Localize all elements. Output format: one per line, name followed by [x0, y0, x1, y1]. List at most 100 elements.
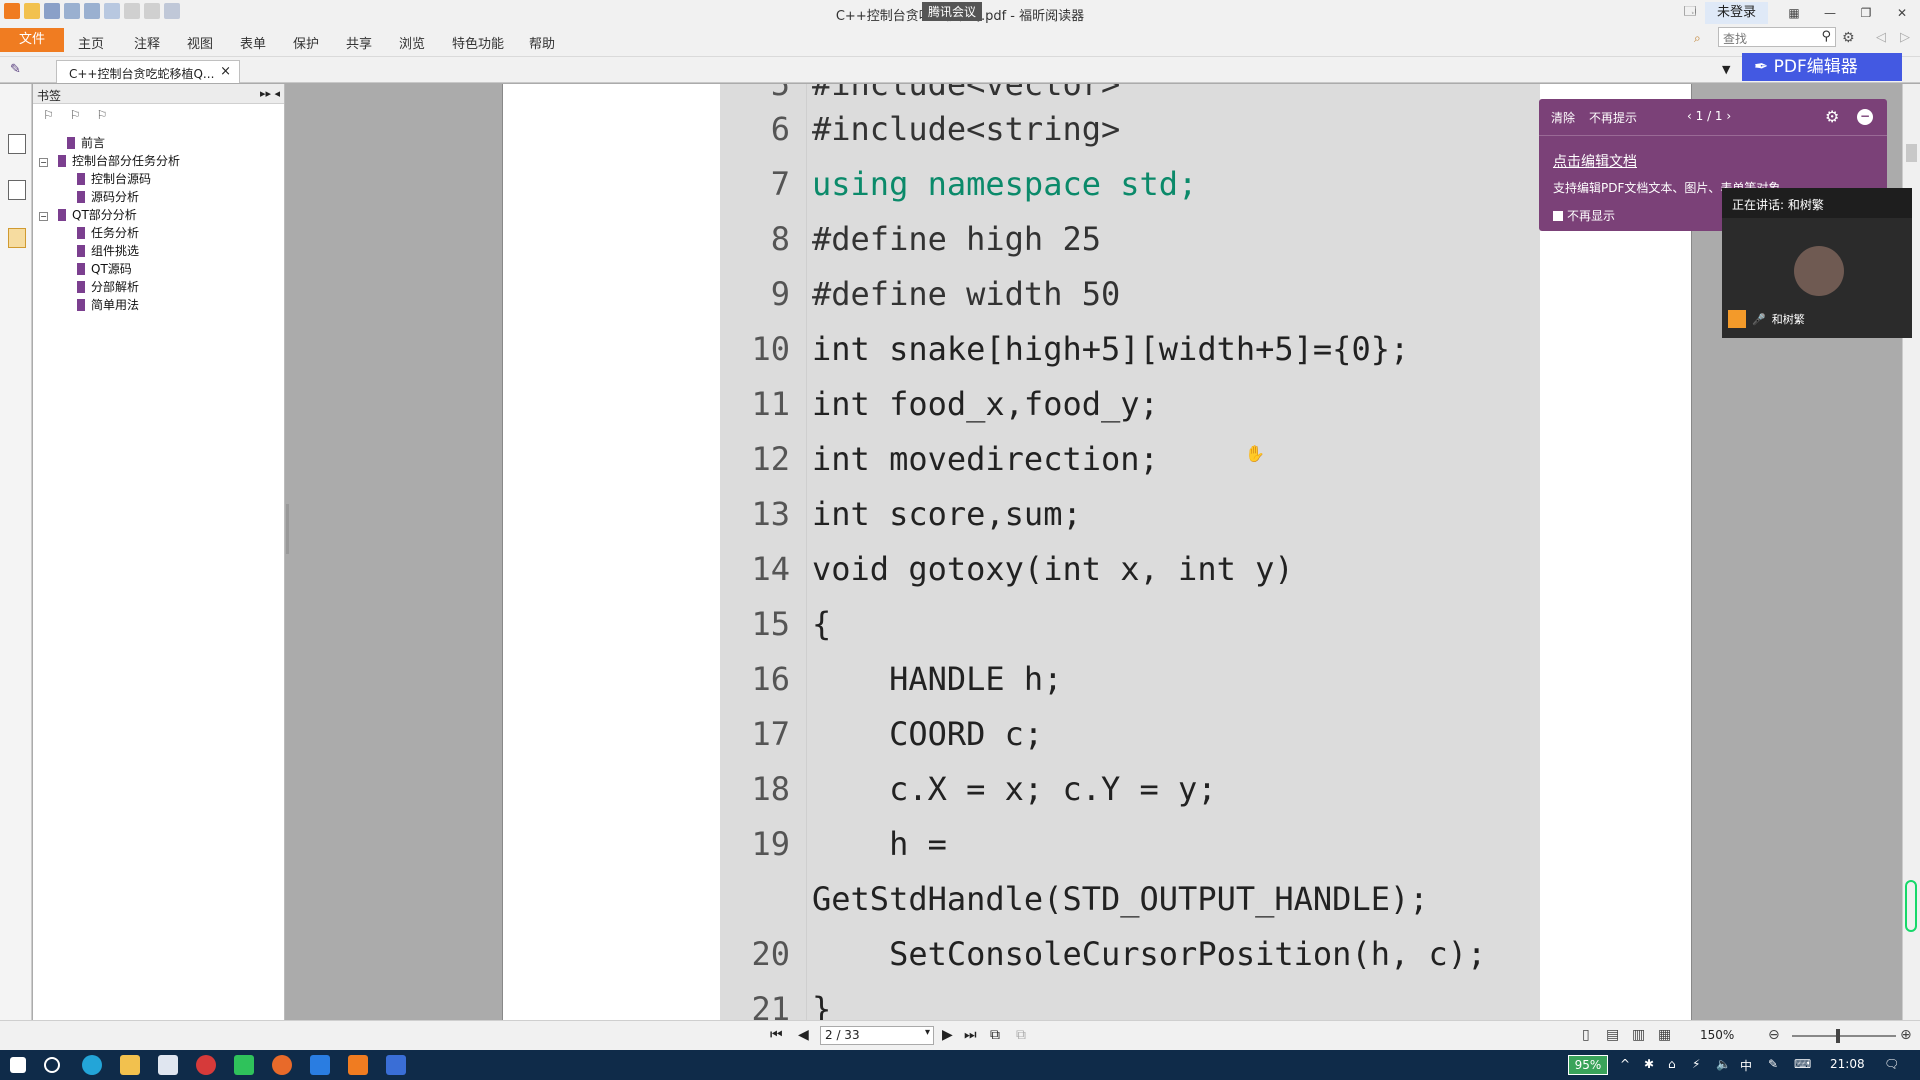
- bookmark-item[interactable]: − QT部分分析: [39, 206, 137, 224]
- bookmark-flag-icon: [77, 281, 85, 293]
- comments-panel-icon[interactable]: [8, 228, 26, 248]
- bookmark-item[interactable]: 前言: [67, 134, 105, 152]
- code-text: c.X = x; c.Y = y;: [812, 770, 1217, 808]
- minimize-icon[interactable]: −: [1857, 109, 1873, 125]
- checkbox-icon[interactable]: [1553, 211, 1563, 221]
- document-tab[interactable]: C++控制台贪吃蛇移植Q... ×: [56, 60, 240, 83]
- menu-browse[interactable]: 浏览: [399, 33, 425, 52]
- first-page-icon[interactable]: ⏮: [770, 1027, 783, 1043]
- menu-home[interactable]: 主页: [78, 33, 104, 52]
- bookmark-item[interactable]: QT源码: [77, 260, 132, 278]
- facing-page-icon[interactable]: ▥: [1632, 1027, 1645, 1043]
- zoom-in-icon[interactable]: ⊕: [1900, 1027, 1912, 1043]
- notification-center-icon[interactable]: 🗨: [1884, 1057, 1899, 1071]
- page-number-input[interactable]: 2 / 33 ▾: [820, 1026, 934, 1045]
- bookmark-panel-icon[interactable]: [8, 134, 26, 154]
- notification-icon[interactable]: 🗔: [1675, 2, 1705, 23]
- menu-file[interactable]: 文件: [0, 28, 64, 52]
- search-option-icon[interactable]: ⌕: [1694, 31, 1701, 46]
- bookmark-item[interactable]: 任务分析: [77, 224, 139, 242]
- edit-document-link[interactable]: 点击编辑文档: [1553, 151, 1637, 171]
- bookmark-expand-icon[interactable]: ⚐: [70, 108, 81, 122]
- last-page-icon[interactable]: ⏭: [964, 1027, 977, 1043]
- dropdown-icon[interactable]: ▼: [1722, 63, 1730, 76]
- clock[interactable]: 21:08: [1830, 1057, 1865, 1071]
- close-button[interactable]: ✕: [1884, 6, 1920, 20]
- bookmark-item[interactable]: 简单用法: [77, 296, 139, 314]
- next-page-icon[interactable]: ▶: [942, 1027, 953, 1043]
- foxit-reader-icon[interactable]: [348, 1055, 368, 1075]
- continuous-page-icon[interactable]: ▤: [1606, 1027, 1619, 1043]
- minimize-button[interactable]: —: [1812, 6, 1848, 20]
- single-page-icon[interactable]: ▯: [1582, 1027, 1590, 1043]
- bookmark-item[interactable]: 源码分析: [77, 188, 139, 206]
- search-circle-icon[interactable]: [44, 1057, 60, 1073]
- meeting-video-window[interactable]: 正在讲话: 和树繁 🎤 和树繁: [1722, 188, 1912, 338]
- pen-tray-icon[interactable]: ✎: [1768, 1057, 1778, 1071]
- panel-collapse-icon[interactable]: ▸▸ ◂: [260, 87, 280, 100]
- bluetooth-icon[interactable]: ✱: [1644, 1057, 1654, 1071]
- login-button[interactable]: 未登录: [1704, 1, 1768, 24]
- browser-icon[interactable]: [386, 1055, 406, 1075]
- start-icon[interactable]: [10, 1057, 26, 1073]
- input-method-label[interactable]: 中: [1740, 1057, 1752, 1074]
- gear-icon[interactable]: ⚙: [1825, 107, 1839, 126]
- tab-close-icon[interactable]: ×: [220, 64, 231, 79]
- firefox-icon[interactable]: [272, 1055, 292, 1075]
- bookmark-item[interactable]: 分部解析: [77, 278, 139, 296]
- tab-edit-icon[interactable]: ✎: [10, 62, 21, 77]
- tray-chevron-icon[interactable]: ^: [1620, 1057, 1630, 1071]
- page-dropdown-icon[interactable]: ▾: [925, 1027, 930, 1038]
- power-icon[interactable]: ⚡: [1692, 1057, 1700, 1071]
- menu-share[interactable]: 共享: [346, 33, 372, 52]
- bookmark-item[interactable]: − 控制台部分任务分析: [39, 152, 180, 170]
- zoom-out-icon[interactable]: ⊖: [1768, 1027, 1780, 1043]
- layout-icon[interactable]: ▦: [1776, 6, 1812, 20]
- app-icon[interactable]: [158, 1055, 178, 1075]
- code-line: 20 SetConsoleCursorPosition(h, c);: [720, 927, 1540, 982]
- menu-form[interactable]: 表单: [240, 33, 266, 52]
- tip-no-remind-button[interactable]: 不再提示: [1589, 109, 1637, 125]
- tip-clear-button[interactable]: 清除: [1551, 109, 1575, 125]
- forward-icon[interactable]: ▷: [1900, 30, 1910, 45]
- search-icon[interactable]: ⚲: [1821, 29, 1831, 44]
- continuous-facing-icon[interactable]: ▦: [1658, 1027, 1671, 1043]
- menu-protect[interactable]: 保护: [293, 33, 319, 52]
- menu-features[interactable]: 特色功能: [452, 33, 504, 52]
- collapse-icon[interactable]: −: [39, 212, 48, 221]
- search-input[interactable]: 查找 ⚲: [1718, 27, 1836, 47]
- zoom-slider-knob[interactable]: [1836, 1029, 1840, 1043]
- collapse-icon[interactable]: −: [39, 158, 48, 167]
- previous-view-icon[interactable]: ⧉: [990, 1027, 1000, 1043]
- pages-panel-icon[interactable]: [8, 180, 26, 200]
- wechat-icon[interactable]: [234, 1055, 254, 1075]
- menu-help[interactable]: 帮助: [529, 33, 555, 52]
- network-icon[interactable]: ⌂: [1668, 1057, 1676, 1071]
- back-icon[interactable]: ◁: [1876, 30, 1886, 45]
- settings-icon[interactable]: ⚙: [1842, 30, 1855, 46]
- bookmark-add-icon[interactable]: ⚐: [43, 108, 54, 122]
- pdf-editor-button[interactable]: ✒ PDF编辑器: [1742, 53, 1902, 81]
- dont-show-checkbox[interactable]: 不再显示: [1553, 207, 1615, 224]
- restore-button[interactable]: ❐: [1848, 6, 1884, 20]
- scroll-thumb[interactable]: [1906, 144, 1917, 162]
- keyboard-icon[interactable]: ⌨: [1794, 1057, 1811, 1071]
- menu-comment[interactable]: 注释: [134, 33, 160, 52]
- zoom-level[interactable]: 150%: [1700, 1028, 1734, 1042]
- panel-resize-handle[interactable]: [286, 504, 289, 554]
- netease-music-icon[interactable]: [196, 1055, 216, 1075]
- file-explorer-icon[interactable]: [120, 1055, 140, 1075]
- bookmark-item[interactable]: 控制台源码: [77, 170, 151, 188]
- tencent-meeting-icon[interactable]: [310, 1055, 330, 1075]
- next-view-icon[interactable]: ⧉: [1016, 1027, 1026, 1043]
- line-number: 21: [751, 990, 790, 1020]
- edge-icon[interactable]: [82, 1055, 102, 1075]
- volume-icon[interactable]: 🔈: [1716, 1057, 1731, 1071]
- menu-view[interactable]: 视图: [187, 33, 213, 52]
- bookmark-delete-icon[interactable]: ⚐: [97, 108, 108, 122]
- zoom-slider[interactable]: [1792, 1035, 1896, 1037]
- bookmark-item[interactable]: 组件挑选: [77, 242, 139, 260]
- battery-indicator[interactable]: 95%: [1568, 1055, 1608, 1075]
- prev-page-icon[interactable]: ◀: [798, 1027, 809, 1043]
- code-line: 9 #define width 50: [720, 267, 1540, 322]
